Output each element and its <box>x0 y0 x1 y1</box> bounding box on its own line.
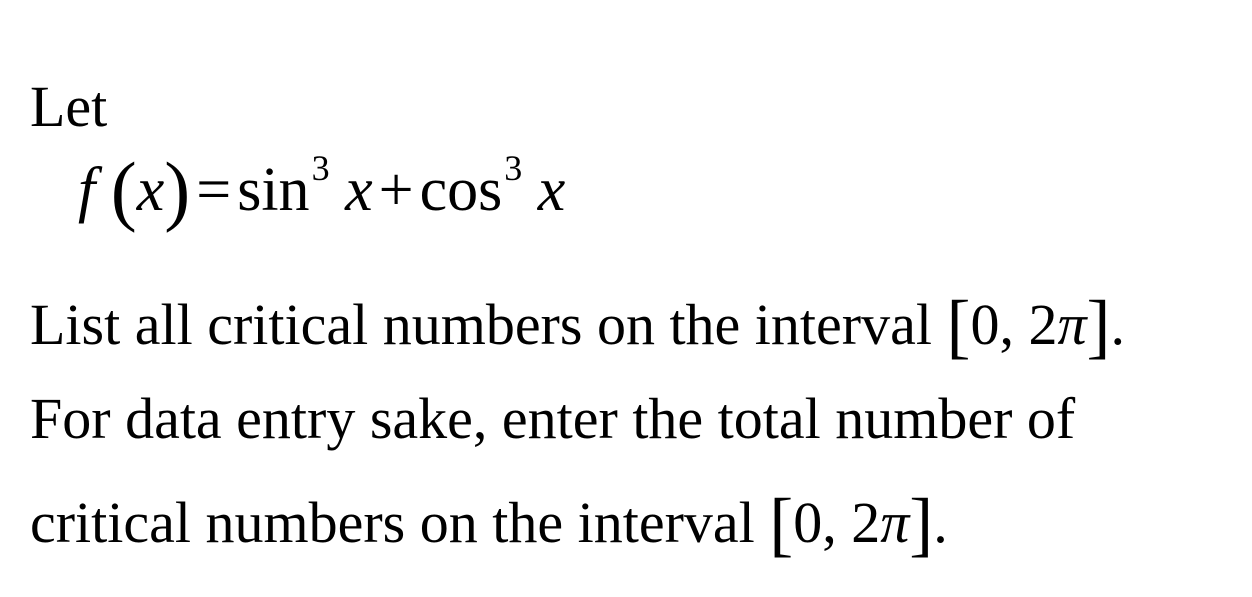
period: . <box>1110 292 1125 357</box>
sin-variable: x <box>345 156 373 224</box>
interval-open: [ <box>946 286 971 366</box>
function-formula: f (x)=sin3 x+cos3 x <box>78 150 565 229</box>
interval-content: 0, 2 <box>793 490 881 555</box>
plus-sign: + <box>378 156 414 224</box>
sin-function: sin <box>237 156 310 224</box>
question-text: List all critical numbers on the interva… <box>30 292 947 357</box>
left-paren: ( <box>110 146 137 233</box>
pi-symbol: π <box>880 490 910 555</box>
question-text: critical numbers on the interval <box>30 490 770 555</box>
function-name: f <box>78 156 96 224</box>
question-line-1: List all critical numbers on the interva… <box>30 290 1125 362</box>
intro-text: Let <box>30 74 108 139</box>
right-paren: ) <box>164 146 191 233</box>
cos-exponent: 3 <box>504 148 523 188</box>
interval-close: ] <box>909 484 934 564</box>
equals-sign: = <box>196 156 232 224</box>
interval-close: ] <box>1086 286 1111 366</box>
cos-variable: x <box>537 156 566 224</box>
period: . <box>933 490 948 555</box>
interval-content: 0, 2 <box>970 292 1058 357</box>
sin-exponent: 3 <box>311 148 330 188</box>
question-line-2: For data entry sake, enter the total num… <box>30 386 1076 451</box>
variable: x <box>136 156 165 224</box>
question-line-3: critical numbers on the interval [0, 2π]… <box>30 488 948 560</box>
pi-symbol: π <box>1057 292 1087 357</box>
interval-open: [ <box>769 484 794 564</box>
cos-function: cos <box>419 156 503 224</box>
